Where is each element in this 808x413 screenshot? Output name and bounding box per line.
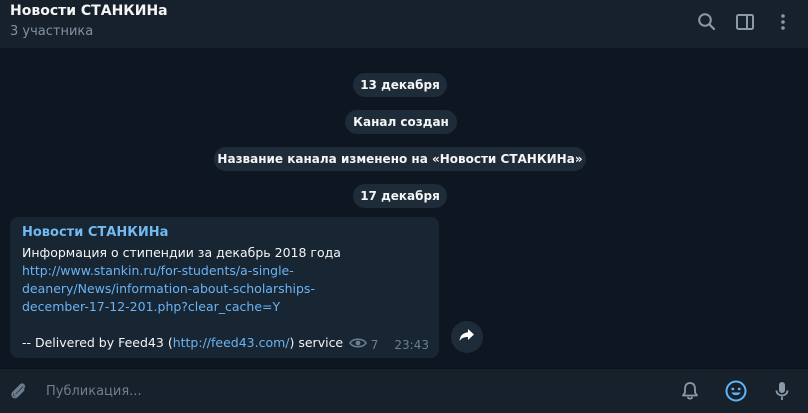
message-time: 23:43 xyxy=(394,337,429,352)
message-composer xyxy=(0,368,808,413)
service-message-channel-created: Канал создан xyxy=(345,110,457,134)
message-bubble[interactable]: Новости СТАНКИНа Информация о стипендии … xyxy=(10,217,439,358)
service-message-channel-renamed: Название канала изменено на «Новости СТА… xyxy=(214,147,586,171)
more-vertical-icon[interactable] xyxy=(771,10,795,34)
footer-suffix: ) service xyxy=(289,335,344,350)
microphone-icon[interactable] xyxy=(769,378,795,404)
sidebar-toggle-icon[interactable] xyxy=(733,10,757,34)
search-icon[interactable] xyxy=(695,10,719,34)
message-author[interactable]: Новости СТАНКИНа xyxy=(22,225,168,240)
date-separator: 17 декабря xyxy=(353,184,447,208)
message-link-line[interactable]: december-17-12-201.php?clear_cache=Y xyxy=(22,298,427,316)
forward-arrow-icon xyxy=(458,327,476,347)
bell-icon[interactable] xyxy=(677,378,703,404)
message-link[interactable]: http://www.stankin.ru/for-students/a-sin… xyxy=(22,262,427,316)
message-input[interactable] xyxy=(46,380,646,402)
chat-member-count: 3 участника xyxy=(10,24,94,39)
chat-header: Новости СТАНКИНа 3 участника xyxy=(0,0,808,48)
message-link-line[interactable]: deanery/News/information-about-scholarsh… xyxy=(22,280,427,298)
emoji-icon[interactable] xyxy=(723,378,749,404)
message-meta: 7 23:43 xyxy=(348,337,429,352)
message-footer-text: -- Delivered by Feed43 (http://feed43.co… xyxy=(22,334,343,352)
message-text: Информация о стипендии за декабрь 2018 г… xyxy=(22,244,427,316)
view-count: 7 xyxy=(370,337,379,352)
views-eye-icon xyxy=(348,337,367,352)
message-link-line[interactable]: http://www.stankin.ru/for-students/a-sin… xyxy=(22,262,427,280)
message-list[interactable]: 13 декабря Канал создан Название канала … xyxy=(0,48,808,368)
message-text-line: Информация о стипендии за декабрь 2018 г… xyxy=(22,245,341,260)
feed43-link[interactable]: http://feed43.com/ xyxy=(173,335,290,350)
date-separator: 13 декабря xyxy=(353,73,447,97)
chat-title[interactable]: Новости СТАНКИНа xyxy=(10,3,168,19)
forward-button[interactable] xyxy=(451,321,483,353)
paperclip-icon[interactable] xyxy=(5,378,31,404)
footer-prefix: -- Delivered by Feed43 ( xyxy=(22,335,173,350)
